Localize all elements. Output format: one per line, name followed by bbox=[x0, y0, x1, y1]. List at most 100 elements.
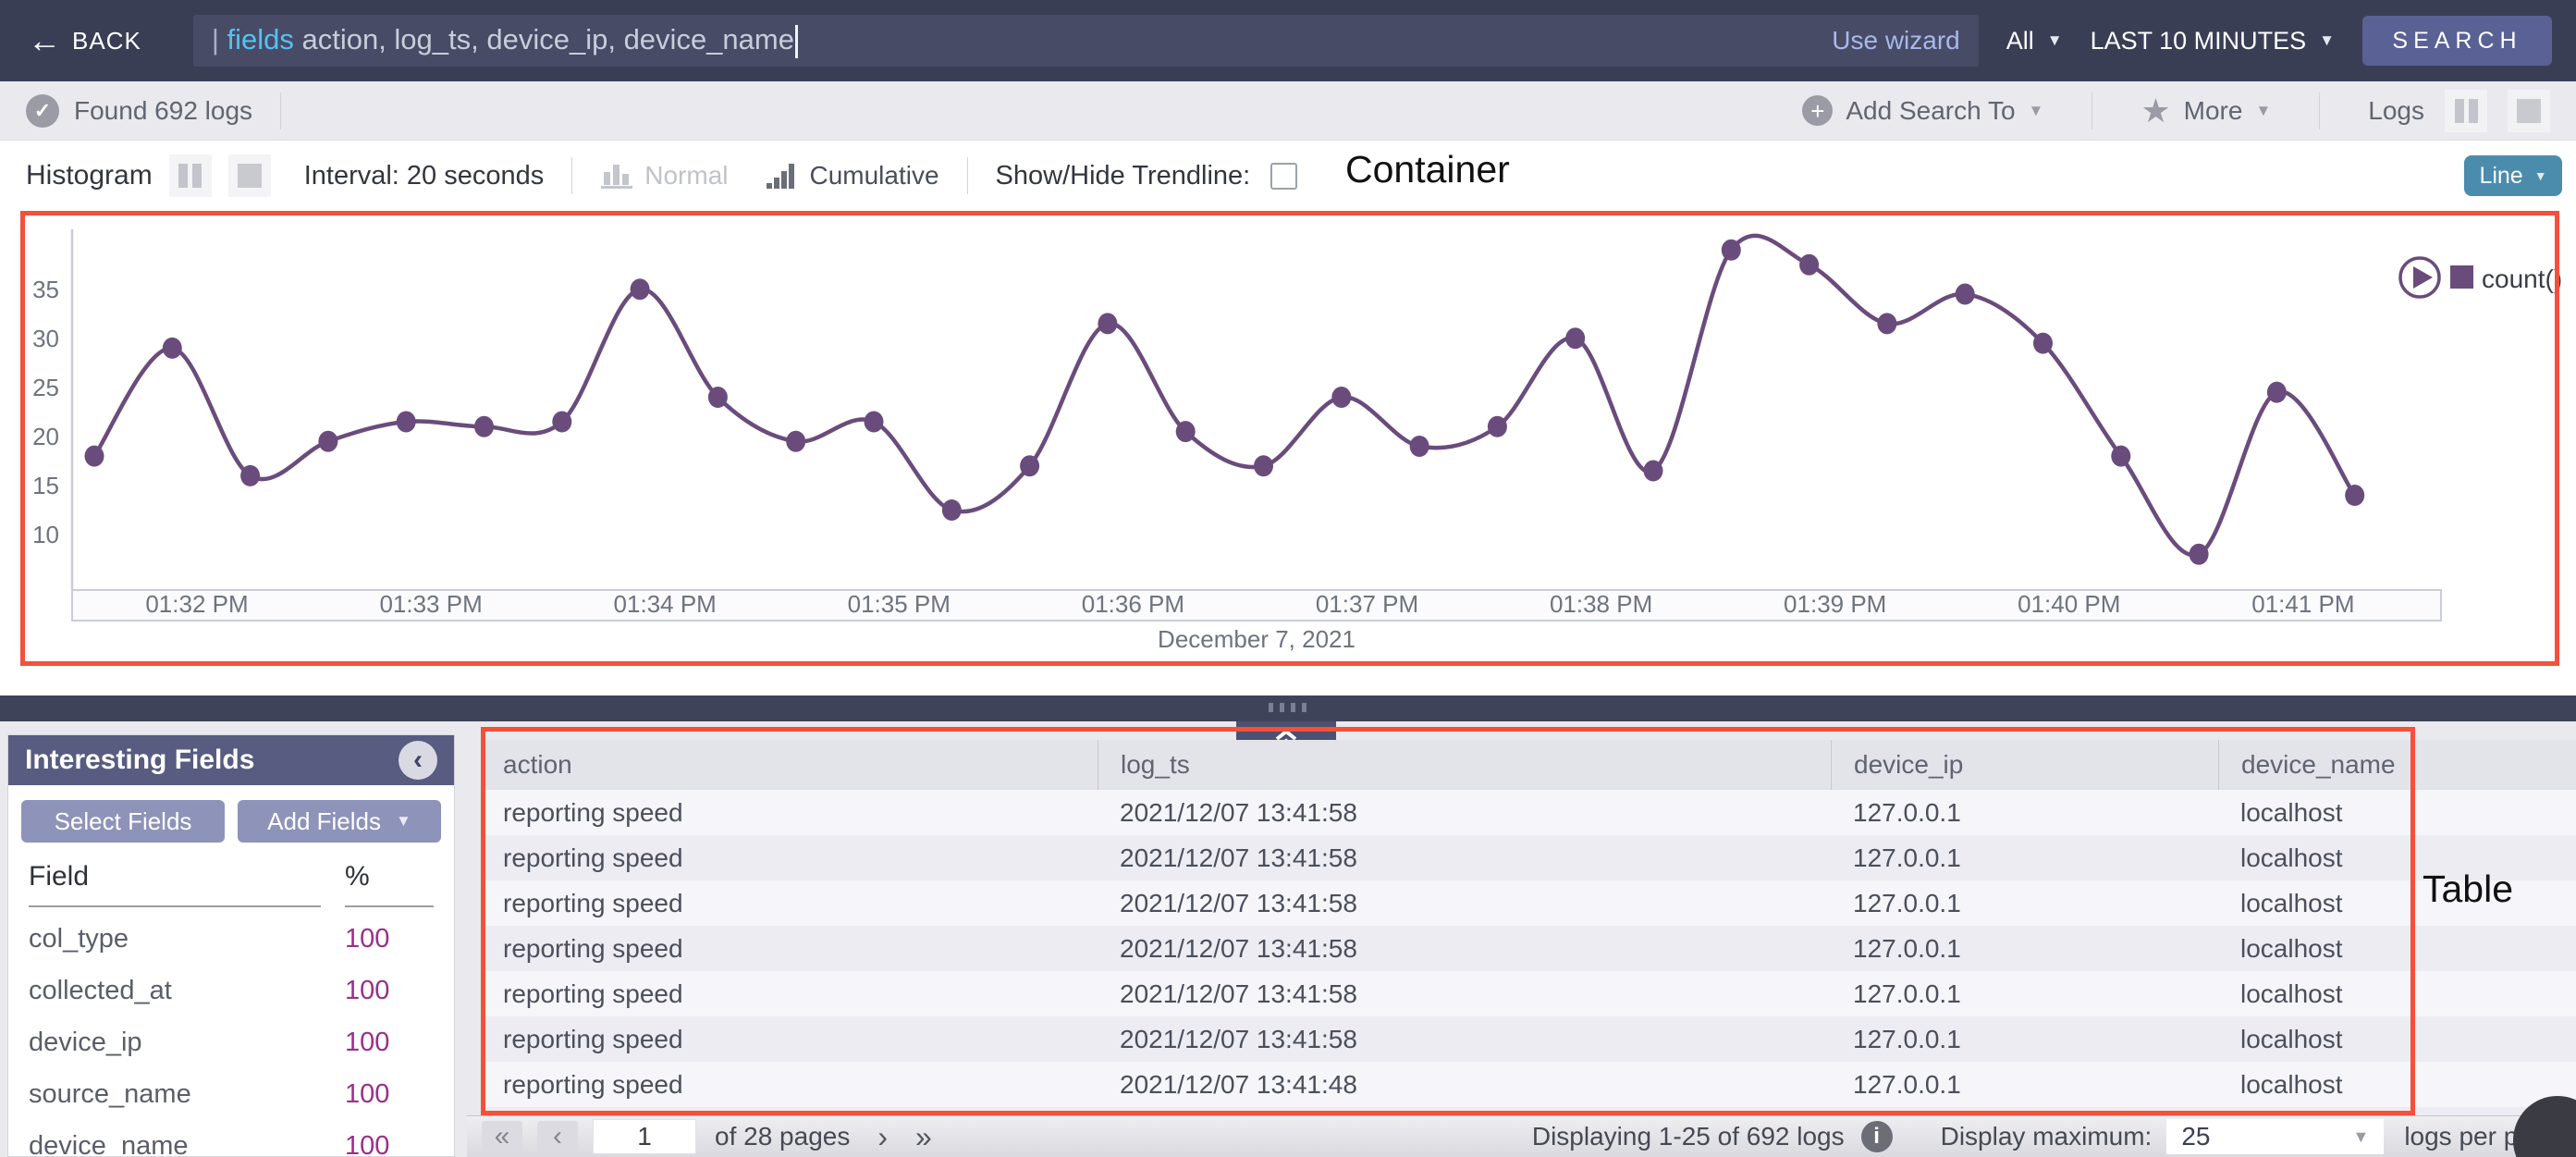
data-point[interactable] bbox=[240, 465, 260, 486]
cumulative-mode-button[interactable]: Cumulative bbox=[765, 161, 938, 191]
data-point[interactable] bbox=[1331, 387, 1351, 408]
data-point[interactable] bbox=[1799, 254, 1819, 276]
field-row[interactable]: device_ip100 bbox=[29, 1016, 434, 1068]
data-point[interactable] bbox=[1722, 240, 1741, 261]
query-input[interactable]: | fields action, log_ts, device_ip, devi… bbox=[193, 15, 1979, 67]
display-maximum-value: 25 bbox=[2181, 1122, 2352, 1151]
table-row[interactable]: reporting speed2021/12/07 13:41:58127.0.… bbox=[481, 880, 2576, 926]
table-row[interactable]: reporting speed2021/12/07 13:41:58127.0.… bbox=[481, 835, 2576, 880]
data-point[interactable] bbox=[1020, 455, 1039, 476]
histogram-full-view-icon[interactable] bbox=[228, 154, 271, 197]
data-point[interactable] bbox=[1644, 461, 1663, 482]
table-cell: 127.0.0.1 bbox=[1831, 835, 2218, 880]
table-row[interactable]: reporting speed2021/12/07 13:41:48127.0.… bbox=[481, 1107, 2576, 1115]
data-point[interactable] bbox=[1956, 284, 1975, 305]
trendline-checkbox[interactable] bbox=[1270, 163, 1297, 190]
annotation-container-label: Container bbox=[1345, 148, 1510, 191]
data-point[interactable] bbox=[2111, 446, 2130, 467]
table-cell: 2021/12/07 13:41:58 bbox=[1098, 1016, 1831, 1062]
data-point[interactable] bbox=[1565, 327, 1585, 349]
play-triangle-icon bbox=[2413, 266, 2433, 289]
table-row[interactable]: reporting speed2021/12/07 13:41:58127.0.… bbox=[481, 926, 2576, 971]
data-point[interactable] bbox=[2190, 544, 2209, 565]
field-name: collected_at bbox=[29, 976, 345, 1006]
data-point[interactable] bbox=[85, 446, 104, 467]
data-point[interactable] bbox=[2267, 382, 2287, 403]
data-point[interactable] bbox=[318, 431, 337, 452]
x-axis-tick: 01:36 PM bbox=[1082, 590, 1184, 618]
chart-type-dropdown[interactable]: Line ▼ bbox=[2464, 155, 2562, 196]
field-percent: 100 bbox=[345, 1079, 434, 1110]
data-point[interactable] bbox=[397, 411, 416, 432]
data-point[interactable] bbox=[786, 431, 805, 452]
column-header-log_ts[interactable]: log_ts bbox=[1098, 740, 1831, 790]
data-point[interactable] bbox=[1098, 313, 1117, 334]
column-header-device_ip[interactable]: device_ip bbox=[1831, 740, 2218, 790]
splitter-grip-icon bbox=[1269, 703, 1306, 712]
histogram-split-view-icon[interactable] bbox=[169, 154, 212, 197]
normal-mode-button[interactable]: Normal bbox=[600, 161, 728, 191]
data-point[interactable] bbox=[865, 411, 884, 432]
data-point[interactable] bbox=[708, 387, 728, 408]
data-point[interactable] bbox=[2033, 333, 2053, 354]
data-point[interactable] bbox=[2345, 485, 2364, 506]
data-point[interactable] bbox=[474, 416, 494, 437]
info-icon[interactable]: i bbox=[1861, 1121, 1893, 1152]
add-fields-dropdown[interactable]: Add Fields ▼ bbox=[238, 800, 441, 843]
first-page-button[interactable]: « bbox=[482, 1121, 522, 1153]
back-button[interactable]: ← BACK bbox=[28, 24, 141, 57]
y-axis-tick: 30 bbox=[32, 325, 59, 352]
query-keyword: fields bbox=[227, 23, 293, 55]
data-point[interactable] bbox=[1254, 455, 1273, 476]
next-page-button[interactable]: › bbox=[877, 1120, 888, 1154]
display-maximum-select[interactable]: 25 ▼ bbox=[2166, 1119, 2384, 1154]
more-dropdown[interactable]: ★ More ▼ bbox=[2141, 94, 2271, 128]
table-row[interactable]: reporting speed2021/12/07 13:41:48127.0.… bbox=[481, 1062, 2576, 1107]
data-point[interactable] bbox=[163, 338, 182, 359]
full-view-icon[interactable] bbox=[2508, 90, 2550, 132]
data-point[interactable] bbox=[942, 499, 962, 521]
previous-page-button[interactable]: ‹ bbox=[537, 1121, 578, 1153]
x-axis-date-label: December 7, 2021 bbox=[1158, 625, 1355, 653]
page-number-input[interactable] bbox=[593, 1119, 696, 1154]
select-fields-button[interactable]: Select Fields bbox=[21, 800, 225, 843]
column-header-device_name[interactable]: device_name bbox=[2218, 740, 2576, 790]
use-wizard-link[interactable]: Use wizard bbox=[1832, 26, 1959, 55]
data-point[interactable] bbox=[1488, 416, 1507, 437]
search-button[interactable]: SEARCH bbox=[2362, 16, 2552, 66]
table-cell: 2021/12/07 13:41:58 bbox=[1098, 926, 1831, 971]
field-row[interactable]: device_name100 bbox=[29, 1120, 434, 1157]
table-row[interactable]: reporting speed2021/12/07 13:41:58127.0.… bbox=[481, 971, 2576, 1016]
displaying-range-label: Displaying 1-25 of 692 logs bbox=[1532, 1122, 1845, 1151]
field-name: col_type bbox=[29, 924, 345, 954]
table-cell: reporting speed bbox=[481, 926, 1098, 971]
found-logs-text: Found 692 logs bbox=[74, 96, 252, 126]
field-row[interactable]: collected_at100 bbox=[29, 965, 434, 1016]
column-header-action[interactable]: action bbox=[481, 740, 1098, 790]
scope-dropdown[interactable]: All ▼ bbox=[2006, 27, 2063, 55]
data-point[interactable] bbox=[1877, 313, 1896, 334]
log-table-rows: reporting speed2021/12/07 13:41:58127.0.… bbox=[481, 790, 2576, 1115]
collapse-panel-button[interactable]: ‹ bbox=[399, 741, 437, 780]
histogram-chart[interactable]: 10152025303501:32 PM01:33 PM01:34 PM01:3… bbox=[18, 220, 2576, 657]
table-row[interactable]: reporting speed2021/12/07 13:41:58127.0.… bbox=[481, 1016, 2576, 1062]
interesting-fields-title: Interesting Fields bbox=[25, 745, 399, 776]
interesting-fields-panel: Interesting Fields ‹ Select Fields Add F… bbox=[7, 734, 455, 1157]
field-row[interactable]: col_type100 bbox=[29, 913, 434, 965]
time-range-dropdown[interactable]: LAST 10 MINUTES ▼ bbox=[2091, 27, 2335, 55]
last-page-button[interactable]: » bbox=[915, 1120, 932, 1154]
data-point[interactable] bbox=[631, 278, 650, 300]
data-point[interactable] bbox=[1176, 421, 1196, 442]
legend-label[interactable]: count() bbox=[2482, 265, 2562, 293]
table-row[interactable]: reporting speed2021/12/07 13:41:58127.0.… bbox=[481, 790, 2576, 835]
field-row[interactable]: source_name100 bbox=[29, 1068, 434, 1120]
y-axis-tick: 10 bbox=[32, 521, 59, 548]
chart-type-value: Line bbox=[2479, 163, 2522, 190]
table-cell: 2021/12/07 13:41:58 bbox=[1098, 835, 1831, 880]
data-point[interactable] bbox=[1410, 436, 1429, 457]
divider bbox=[2091, 92, 2092, 129]
split-view-icon[interactable] bbox=[2445, 90, 2487, 132]
data-point[interactable] bbox=[552, 411, 571, 432]
split-bar bbox=[192, 164, 202, 188]
add-search-to-dropdown[interactable]: + Add Search To ▼ bbox=[1802, 95, 2043, 126]
